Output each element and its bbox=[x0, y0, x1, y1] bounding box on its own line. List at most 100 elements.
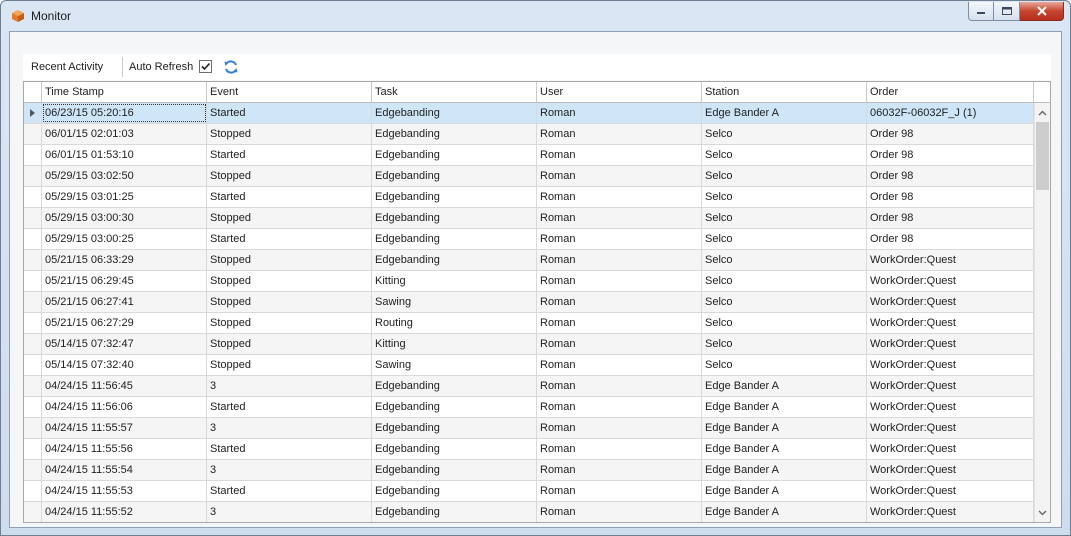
cell-event[interactable]: Stopped bbox=[207, 124, 372, 144]
cell-event[interactable]: Started bbox=[207, 145, 372, 165]
cell-user[interactable]: Roman bbox=[537, 439, 702, 459]
cell-station[interactable]: Selco bbox=[702, 271, 867, 291]
cell-task[interactable]: Edgebanding bbox=[372, 145, 537, 165]
table-row[interactable]: 06/23/15 05:20:16 Started Edgebanding Roman… bbox=[24, 103, 1034, 124]
table-row[interactable]: 04/24/15 11:56:45 3 Edgebanding Roman Edge B… bbox=[24, 376, 1034, 397]
table-row[interactable]: 06/01/15 01:53:10 Started Edgebanding Roman… bbox=[24, 145, 1034, 166]
cell-event[interactable]: Started bbox=[207, 187, 372, 207]
cell-user[interactable]: Roman bbox=[537, 145, 702, 165]
cell-event[interactable]: Started bbox=[207, 103, 372, 123]
title-bar[interactable]: Monitor bbox=[1, 1, 1070, 31]
cell-event[interactable]: 3 bbox=[207, 460, 372, 480]
cell-task[interactable]: Kitting bbox=[372, 271, 537, 291]
cell-order[interactable]: WorkOrder:Quest bbox=[867, 439, 1034, 459]
cell-user[interactable]: Roman bbox=[537, 376, 702, 396]
cell-time-stamp[interactable]: 04/24/15 11:56:06 bbox=[42, 397, 207, 417]
cell-order[interactable]: WorkOrder:Quest bbox=[867, 376, 1034, 396]
cell-event[interactable]: Stopped bbox=[207, 334, 372, 354]
cell-station[interactable]: Edge Bander A bbox=[702, 103, 867, 123]
cell-task[interactable]: Edgebanding bbox=[372, 439, 537, 459]
cell-event[interactable]: Stopped bbox=[207, 271, 372, 291]
cell-order[interactable]: Order 98 bbox=[867, 208, 1034, 228]
cell-user[interactable]: Roman bbox=[537, 271, 702, 291]
cell-task[interactable]: Sawing bbox=[372, 292, 537, 312]
cell-station[interactable]: Edge Bander A bbox=[702, 397, 867, 417]
cell-time-stamp[interactable]: 05/29/15 03:01:25 bbox=[42, 187, 207, 207]
cell-order[interactable]: WorkOrder:Quest bbox=[867, 481, 1034, 501]
cell-task[interactable]: Edgebanding bbox=[372, 397, 537, 417]
cell-order[interactable]: WorkOrder:Quest bbox=[867, 250, 1034, 270]
cell-task[interactable]: Edgebanding bbox=[372, 418, 537, 438]
cell-user[interactable]: Roman bbox=[537, 334, 702, 354]
cell-station[interactable]: Edge Bander A bbox=[702, 439, 867, 459]
cell-order[interactable]: Order 98 bbox=[867, 124, 1034, 144]
cell-task[interactable]: Sawing bbox=[372, 355, 537, 375]
cell-event[interactable]: Stopped bbox=[207, 208, 372, 228]
cell-order[interactable]: WorkOrder:Quest bbox=[867, 292, 1034, 312]
cell-user[interactable]: Roman bbox=[537, 355, 702, 375]
cell-user[interactable]: Roman bbox=[537, 229, 702, 249]
cell-task[interactable]: Edgebanding bbox=[372, 166, 537, 186]
cell-order[interactable]: WorkOrder:Quest bbox=[867, 397, 1034, 417]
cell-order[interactable]: WorkOrder:Quest bbox=[867, 334, 1034, 354]
table-row[interactable]: 05/21/15 06:33:29 Stopped Edgebanding Roman… bbox=[24, 250, 1034, 271]
cell-event[interactable]: 3 bbox=[207, 418, 372, 438]
cell-station[interactable]: Edge Bander A bbox=[702, 418, 867, 438]
vertical-scrollbar[interactable] bbox=[1034, 103, 1050, 522]
auto-refresh-checkbox[interactable] bbox=[199, 60, 212, 73]
cell-time-stamp[interactable]: 05/14/15 07:32:40 bbox=[42, 355, 207, 375]
cell-time-stamp[interactable]: 06/01/15 02:01:03 bbox=[42, 124, 207, 144]
table-row[interactable]: 05/14/15 07:32:40 Stopped Sawing Roman Selco… bbox=[24, 355, 1034, 376]
cell-order[interactable]: Order 98 bbox=[867, 145, 1034, 165]
cell-station[interactable]: Edge Bander A bbox=[702, 502, 867, 522]
cell-station[interactable]: Edge Bander A bbox=[702, 481, 867, 501]
cell-time-stamp[interactable]: 04/24/15 11:56:45 bbox=[42, 376, 207, 396]
cell-task[interactable]: Kitting bbox=[372, 334, 537, 354]
cell-task[interactable]: Routing bbox=[372, 313, 537, 333]
cell-order[interactable]: WorkOrder:Quest bbox=[867, 460, 1034, 480]
table-row[interactable]: 05/29/15 03:02:50 Stopped Edgebanding Roman… bbox=[24, 166, 1034, 187]
cell-user[interactable]: Roman bbox=[537, 292, 702, 312]
cell-event[interactable]: Stopped bbox=[207, 292, 372, 312]
cell-task[interactable]: Edgebanding bbox=[372, 502, 537, 522]
cell-order[interactable]: WorkOrder:Quest bbox=[867, 355, 1034, 375]
table-row[interactable]: 05/21/15 06:27:41 Stopped Sawing Roman Selco… bbox=[24, 292, 1034, 313]
cell-task[interactable]: Edgebanding bbox=[372, 124, 537, 144]
cell-time-stamp[interactable]: 05/21/15 06:27:29 bbox=[42, 313, 207, 333]
cell-time-stamp[interactable]: 06/01/15 01:53:10 bbox=[42, 145, 207, 165]
cell-station[interactable]: Selco bbox=[702, 229, 867, 249]
cell-task[interactable]: Edgebanding bbox=[372, 250, 537, 270]
cell-time-stamp[interactable]: 04/24/15 11:55:57 bbox=[42, 418, 207, 438]
cell-user[interactable]: Roman bbox=[537, 397, 702, 417]
table-row[interactable]: 05/21/15 06:27:29 Stopped Routing Roman Selc… bbox=[24, 313, 1034, 334]
cell-task[interactable]: Edgebanding bbox=[372, 103, 537, 123]
column-header-order[interactable]: Order bbox=[867, 82, 1034, 102]
cell-task[interactable]: Edgebanding bbox=[372, 460, 537, 480]
cell-station[interactable]: Selco bbox=[702, 166, 867, 186]
cell-station[interactable]: Edge Bander A bbox=[702, 376, 867, 396]
cell-user[interactable]: Roman bbox=[537, 481, 702, 501]
cell-task[interactable]: Edgebanding bbox=[372, 376, 537, 396]
cell-station[interactable]: Selco bbox=[702, 334, 867, 354]
cell-user[interactable]: Roman bbox=[537, 313, 702, 333]
scroll-down-button[interactable] bbox=[1035, 504, 1050, 521]
column-header-time-stamp[interactable]: Time Stamp bbox=[42, 82, 207, 102]
cell-time-stamp[interactable]: 04/24/15 11:55:54 bbox=[42, 460, 207, 480]
cell-event[interactable]: Started bbox=[207, 229, 372, 249]
cell-time-stamp[interactable]: 04/24/15 11:55:52 bbox=[42, 502, 207, 522]
cell-event[interactable]: Stopped bbox=[207, 250, 372, 270]
activity-grid[interactable]: Time Stamp Event Task User Station Order… bbox=[23, 81, 1051, 523]
cell-time-stamp[interactable]: 05/29/15 03:02:50 bbox=[42, 166, 207, 186]
cell-order[interactable]: Order 98 bbox=[867, 187, 1034, 207]
cell-time-stamp[interactable]: 04/24/15 11:55:56 bbox=[42, 439, 207, 459]
cell-time-stamp[interactable]: 05/29/15 03:00:30 bbox=[42, 208, 207, 228]
cell-station[interactable]: Selco bbox=[702, 313, 867, 333]
cell-order[interactable]: WorkOrder:Quest bbox=[867, 313, 1034, 333]
table-row[interactable]: 04/24/15 11:55:57 3 Edgebanding Roman Edge B… bbox=[24, 418, 1034, 439]
cell-task[interactable]: Edgebanding bbox=[372, 229, 537, 249]
cell-station[interactable]: Selco bbox=[702, 145, 867, 165]
cell-task[interactable]: Edgebanding bbox=[372, 187, 537, 207]
minimize-button[interactable] bbox=[968, 2, 994, 21]
close-button[interactable] bbox=[1020, 2, 1064, 21]
cell-time-stamp[interactable]: 05/21/15 06:29:45 bbox=[42, 271, 207, 291]
